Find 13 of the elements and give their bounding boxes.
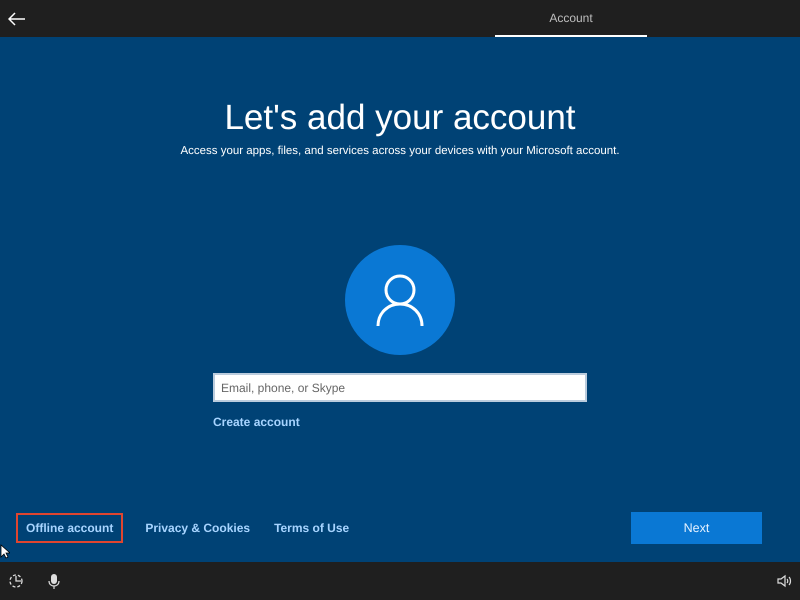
mouse-cursor-icon	[0, 544, 10, 559]
page-heading: Let's add your account	[224, 97, 576, 139]
email-field[interactable]: Email, phone, or Skype	[213, 373, 587, 402]
footer-link[interactable]: Terms of Use	[274, 519, 350, 537]
speaker-icon[interactable]	[776, 573, 792, 589]
footer-link[interactable]: Offline account	[18, 515, 122, 541]
back-arrow-icon[interactable]	[8, 12, 26, 26]
next-button[interactable]: Next	[631, 512, 762, 544]
ease-of-access-icon[interactable]	[8, 573, 24, 589]
footer-link[interactable]: Privacy & Cookies	[145, 519, 250, 537]
create-account-link[interactable]: Create account	[213, 415, 300, 430]
subtitle: Access your apps, files, and services across your devices with your Microsoft account.	[180, 144, 620, 159]
microphone-icon[interactable]	[48, 573, 60, 589]
